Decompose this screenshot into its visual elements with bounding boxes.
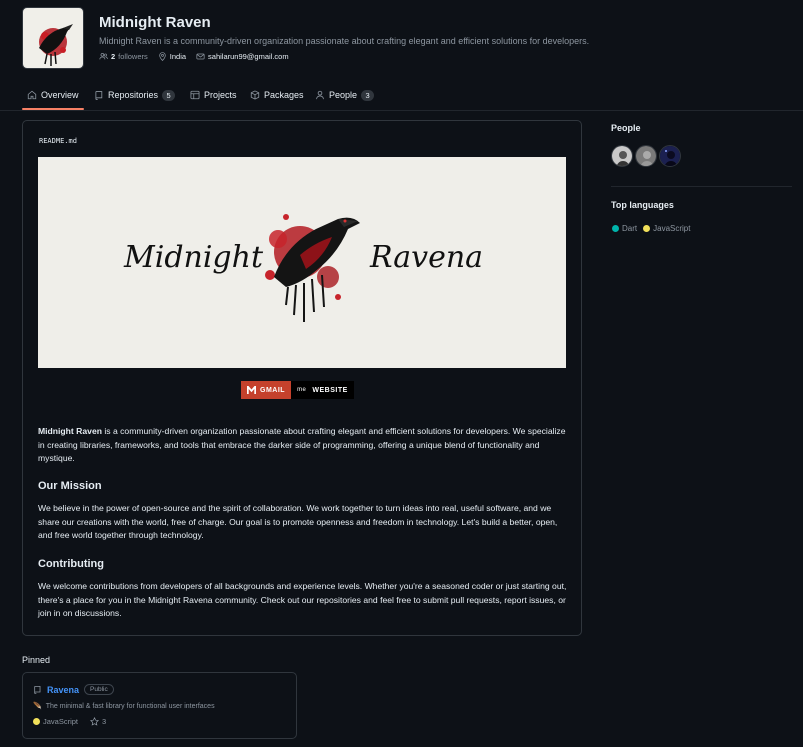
member-avatar[interactable] (635, 145, 657, 167)
tab-packages[interactable]: Packages (250, 86, 304, 104)
language-name: Dart (622, 224, 638, 233)
location-icon (159, 52, 166, 61)
gmail-icon (247, 386, 256, 394)
people-title[interactable]: People (611, 123, 641, 133)
star-icon (90, 717, 100, 726)
pinned-repo-stars[interactable]: 3 (90, 717, 106, 726)
people-icon (99, 53, 108, 60)
contributing-heading: Contributing (38, 558, 104, 570)
gmail-badge[interactable]: GMAIL (241, 381, 292, 399)
contributing-text: We welcome contributions from developers… (38, 581, 567, 618)
mission-heading: Our Mission (38, 480, 102, 492)
feather-emoji: 🪶 (33, 703, 42, 710)
active-tab-indicator (22, 108, 84, 110)
tab-projects[interactable]: Projects (190, 86, 237, 104)
sidebar-divider (611, 186, 792, 187)
member-avatar[interactable] (659, 145, 681, 167)
repositories-count: 5 (162, 89, 176, 101)
table-icon (190, 90, 200, 100)
website-badge-prefix: me (297, 387, 307, 393)
pinned-title: Pinned (22, 655, 51, 665)
language-color-dot (643, 225, 651, 232)
email-link[interactable]: sahilarun99@gmail.com (196, 52, 289, 61)
tab-people[interactable]: People 3 (315, 86, 375, 104)
language-item[interactable]: Dart (612, 224, 637, 233)
location: India (158, 52, 186, 61)
repo-icon (95, 91, 103, 100)
pinned-repo-language-name: JavaScript (43, 717, 79, 726)
visibility-badge: Public (84, 684, 114, 695)
readme-badges: GMAIL me WEBSITE (241, 381, 354, 399)
package-icon (250, 90, 260, 100)
followers-link[interactable]: 2 followers (99, 52, 148, 61)
tab-label: Packages (264, 90, 304, 100)
pinned-repo-name[interactable]: Ravena (47, 685, 79, 695)
mail-icon (196, 53, 205, 60)
intro-text: is a community-driven organization passi… (38, 426, 566, 463)
person-icon (316, 90, 324, 100)
website-badge[interactable]: me WEBSITE (291, 381, 354, 399)
org-name: Midnight Raven (99, 14, 211, 31)
website-badge-label: WEBSITE (312, 386, 348, 394)
tab-label: Repositories (108, 90, 159, 100)
intro-bold: Midnight Raven (38, 426, 102, 436)
star-count: 3 (102, 717, 107, 726)
pinned-repo-meta: JavaScript 3 (33, 717, 106, 726)
top-languages-title: Top languages (611, 200, 674, 210)
book-icon (27, 90, 37, 100)
org-description: Midnight Raven is a community-driven org… (99, 36, 590, 46)
mission-text: We believe in the power of open-source a… (38, 503, 558, 540)
followers-label: followers (118, 52, 148, 61)
tab-label: Projects (204, 90, 237, 100)
member-avatar[interactable] (611, 145, 633, 167)
language-item[interactable]: JavaScript (643, 224, 690, 233)
org-meta: 2 followers India sahilarun99@gmail.com (99, 52, 289, 61)
pinned-repo-description-text: The minimal & fast library for functiona… (45, 702, 215, 710)
pinned-repo-language: JavaScript (33, 717, 78, 726)
pinned-repo-description: 🪶 The minimal & fast library for functio… (33, 702, 215, 711)
readme-banner-image: Midnight Ravena (38, 157, 566, 368)
email-text: sahilarun99@gmail.com (208, 52, 289, 61)
org-avatar (22, 7, 84, 69)
banner-text-right: Ravena (369, 240, 483, 275)
readme-intro: Midnight Raven is a community-driven org… (38, 425, 568, 466)
pinned-repo-header: Ravena Public (33, 684, 114, 695)
people-count: 3 (361, 89, 375, 101)
org-nav: Overview Repositories 5 Projects Package… (0, 80, 803, 111)
language-name: JavaScript (653, 224, 691, 233)
tab-repositories[interactable]: Repositories 5 (94, 86, 176, 104)
readme-filename[interactable]: README.md (39, 137, 77, 145)
languages-list: Dart JavaScript (612, 224, 690, 233)
tab-label: Overview (41, 90, 79, 100)
followers-count: 2 (111, 52, 116, 61)
banner-text-left: Midnight (123, 240, 264, 275)
gmail-badge-label: GMAIL (260, 386, 286, 394)
language-color-dot (612, 225, 619, 232)
language-color-dot (33, 718, 40, 725)
repo-icon (34, 686, 41, 694)
people-avatars (611, 145, 681, 167)
tab-overview[interactable]: Overview (27, 86, 79, 104)
tab-label: People (329, 90, 358, 100)
location-text: India (169, 52, 187, 61)
